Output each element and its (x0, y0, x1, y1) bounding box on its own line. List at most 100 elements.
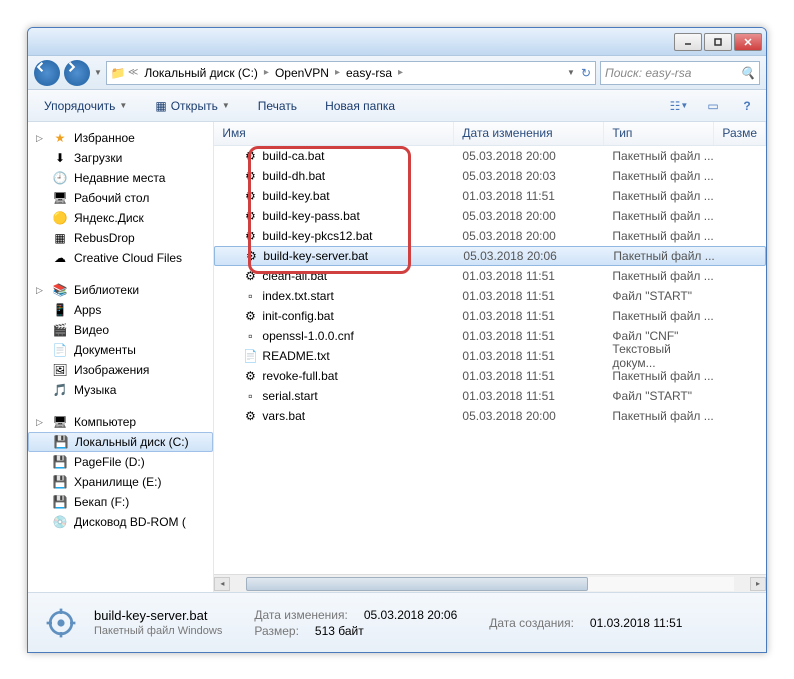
file-name: init-config.bat (262, 309, 333, 323)
item-icon: 🎵 (52, 382, 68, 398)
minimize-button[interactable] (674, 33, 702, 51)
file-row[interactable]: ⚙build-dh.bat05.03.2018 20:03Пакетный фа… (214, 166, 766, 186)
sidebar-computer-header[interactable]: ▷🖥Компьютер (28, 412, 213, 432)
file-name: serial.start (262, 389, 317, 403)
close-button[interactable] (734, 33, 762, 51)
scroll-track[interactable] (246, 577, 734, 591)
file-row[interactable]: ⚙build-key-pkcs12.bat05.03.2018 20:00Пак… (214, 226, 766, 246)
file-row[interactable]: 📄README.txt01.03.2018 11:51Текстовый док… (214, 346, 766, 366)
file-icon: ⚙ (242, 368, 258, 384)
breadcrumb[interactable]: 📁 ≪ Локальный диск (C:) ▸ OpenVPN ▸ easy… (106, 61, 596, 85)
item-icon: 🕘 (52, 170, 68, 186)
file-name: build-key.bat (262, 189, 329, 203)
item-icon: ▦ (52, 230, 68, 246)
file-type: Файл "START" (604, 289, 714, 303)
sidebar-item[interactable]: 💾Хранилище (E:) (28, 472, 213, 492)
details-meta: build-key-server.bat Пакетный файл Windo… (94, 608, 222, 637)
file-date: 01.03.2018 11:51 (454, 309, 604, 323)
sidebar-item[interactable]: 🖼Изображения (28, 360, 213, 380)
file-row[interactable]: ⚙revoke-full.bat01.03.2018 11:51Пакетный… (214, 366, 766, 386)
item-icon: ⬇ (52, 150, 68, 166)
files-container[interactable]: ⚙build-ca.bat05.03.2018 20:00Пакетный фа… (214, 146, 766, 574)
sidebar-item[interactable]: 🟡Яндекс.Диск (28, 208, 213, 228)
sidebar-item[interactable]: 🖥Рабочий стол (28, 188, 213, 208)
new-folder-button[interactable]: Новая папка (317, 95, 403, 117)
column-size[interactable]: Разме (714, 122, 766, 145)
scroll-thumb[interactable] (246, 577, 587, 591)
print-button[interactable]: Печать (250, 95, 305, 117)
column-date[interactable]: Дата изменения (454, 122, 604, 145)
sidebar-item[interactable]: 🎬Видео (28, 320, 213, 340)
file-icon: ⚙ (242, 148, 258, 164)
sidebar-item-label: Недавние места (74, 171, 165, 185)
breadcrumb-segment[interactable]: Локальный диск (C:) (140, 64, 262, 82)
file-type: Пакетный файл ... (604, 169, 714, 183)
details-created: Дата создания: 01.03.2018 11:51 (489, 616, 682, 630)
view-options-button[interactable]: ☷ ▼ (668, 95, 690, 117)
sidebar-item[interactable]: 💿Дисковод BD-ROM ( (28, 512, 213, 532)
sidebar-item-label: Документы (74, 343, 136, 357)
maximize-button[interactable] (704, 33, 732, 51)
breadcrumb-segment[interactable]: OpenVPN (271, 64, 333, 82)
file-type: Пакетный файл ... (605, 249, 715, 263)
sidebar-item[interactable]: 🎵Музыка (28, 380, 213, 400)
sidebar-favorites-header[interactable]: ▷★Избранное (28, 128, 213, 148)
file-type: Файл "START" (604, 389, 714, 403)
file-icon: ⚙ (242, 168, 258, 184)
column-name[interactable]: Имя (214, 122, 454, 145)
nav-history-dropdown[interactable]: ▼ (94, 68, 102, 77)
sidebar-item[interactable]: 💾Бекап (F:) (28, 492, 213, 512)
sidebar-item[interactable]: 📱Apps (28, 300, 213, 320)
file-date: 05.03.2018 20:06 (455, 249, 605, 263)
open-icon: ▦ (155, 99, 166, 113)
file-row[interactable]: ⚙build-key-pass.bat05.03.2018 20:00Пакет… (214, 206, 766, 226)
file-row[interactable]: ⚙vars.bat05.03.2018 20:00Пакетный файл .… (214, 406, 766, 426)
open-button[interactable]: ▦Открыть▼ (147, 95, 237, 117)
sidebar-item[interactable]: ▦RebusDrop (28, 228, 213, 248)
file-type: Файл "CNF" (604, 329, 714, 343)
computer-group: ▷🖥Компьютер 💾Локальный диск (C:)💾PageFil… (28, 412, 213, 532)
file-date: 05.03.2018 20:00 (454, 209, 604, 223)
column-type[interactable]: Тип (604, 122, 714, 145)
sidebar-item[interactable]: ⬇Загрузки (28, 148, 213, 168)
sidebar-item[interactable]: 📄Документы (28, 340, 213, 360)
nav-forward-button[interactable] (64, 60, 90, 86)
file-icon: ⚙ (242, 208, 258, 224)
sidebar-item[interactable]: 💾Локальный диск (C:) (28, 432, 213, 452)
preview-pane-button[interactable]: ▭ (702, 95, 724, 117)
breadcrumb-dropdown[interactable]: ▼ (567, 68, 575, 77)
scroll-right-button[interactable]: ▸ (750, 577, 766, 591)
file-row[interactable]: ▫serial.start01.03.2018 11:51Файл "START… (214, 386, 766, 406)
file-date: 05.03.2018 20:00 (454, 409, 604, 423)
file-row[interactable]: ⚙build-key.bat01.03.2018 11:51Пакетный ф… (214, 186, 766, 206)
sidebar-item[interactable]: 🕘 Недавние места (28, 168, 213, 188)
sidebar-item[interactable]: 💾PageFile (D:) (28, 452, 213, 472)
sidebar-item-label: Локальный диск (C:) (75, 435, 189, 449)
file-row[interactable]: ▫index.txt.start01.03.2018 11:51Файл "ST… (214, 286, 766, 306)
sidebar-item[interactable]: ☁Creative Cloud Files (28, 248, 213, 268)
file-type: Пакетный файл ... (604, 149, 714, 163)
nav-back-button[interactable] (34, 60, 60, 86)
toolbar: Упорядочить▼ ▦Открыть▼ Печать Новая папк… (28, 90, 766, 122)
file-type: Пакетный файл ... (604, 369, 714, 383)
sidebar-item-label: Видео (74, 323, 109, 337)
drive-icon: 💾 (52, 474, 68, 490)
help-button[interactable]: ? (736, 95, 758, 117)
scroll-left-button[interactable]: ◂ (214, 577, 230, 591)
size-value: 513 байт (315, 624, 364, 638)
search-input[interactable]: Поиск: easy-rsa 🔍 (600, 61, 760, 85)
sidebar-libraries-header[interactable]: ▷📚Библиотеки (28, 280, 213, 300)
file-type: Пакетный файл ... (604, 189, 714, 203)
file-row[interactable]: ⚙build-ca.bat05.03.2018 20:00Пакетный фа… (214, 146, 766, 166)
refresh-button[interactable]: ↻ (581, 66, 591, 80)
sidebar-item-label: Apps (74, 303, 101, 317)
file-icon: 📄 (242, 348, 258, 364)
horizontal-scrollbar[interactable]: ◂ ▸ (214, 574, 766, 592)
file-row[interactable]: ⚙build-key-server.bat05.03.2018 20:06Пак… (214, 246, 766, 266)
organize-button[interactable]: Упорядочить▼ (36, 95, 135, 117)
breadcrumb-segment[interactable]: easy-rsa (342, 64, 396, 82)
file-row[interactable]: ⚙init-config.bat01.03.2018 11:51Пакетный… (214, 306, 766, 326)
file-date: 05.03.2018 20:00 (454, 149, 604, 163)
file-row[interactable]: ⚙clean-all.bat01.03.2018 11:51Пакетный ф… (214, 266, 766, 286)
file-name: build-dh.bat (262, 169, 325, 183)
